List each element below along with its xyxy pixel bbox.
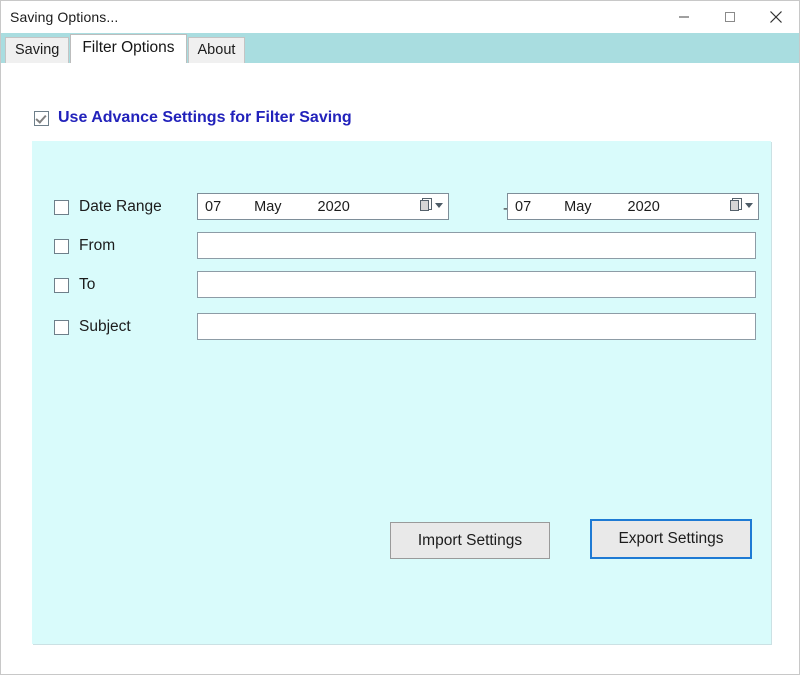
from-label: From — [79, 237, 116, 254]
maximize-button[interactable] — [707, 1, 753, 33]
filter-options-page: Use Advance Settings for Filter Saving D… — [1, 63, 799, 674]
tab-bar: Saving Filter Options About — [1, 33, 799, 63]
end-date-day: 07 — [515, 198, 532, 215]
start-date-dropdown-button[interactable] — [420, 198, 443, 212]
date-range-start-picker[interactable]: 07 May 2020 — [197, 193, 449, 220]
calendar-icon — [420, 198, 433, 212]
minimize-button[interactable] — [661, 1, 707, 33]
tab-saving[interactable]: Saving — [5, 37, 70, 63]
calendar-icon — [730, 198, 743, 212]
export-settings-button[interactable]: Export Settings — [590, 519, 752, 559]
to-input[interactable] — [197, 271, 756, 298]
end-date-dropdown-button[interactable] — [730, 198, 753, 212]
chevron-down-icon — [745, 202, 753, 208]
tab-about[interactable]: About — [187, 37, 246, 63]
window-title: Saving Options... — [10, 9, 119, 25]
from-row[interactable]: From — [54, 233, 115, 259]
minimize-icon — [679, 16, 689, 18]
to-label: To — [79, 276, 96, 293]
saving-options-window: Saving Options... Saving Filter Options … — [0, 0, 800, 675]
from-checkbox[interactable] — [54, 238, 69, 254]
date-range-checkbox[interactable] — [54, 199, 69, 215]
subject-row[interactable]: Subject — [54, 314, 131, 340]
filter-panel: Date Range 07 May 2020 - 07 May 2020 Fro… — [32, 141, 771, 644]
to-row[interactable]: To — [54, 272, 95, 298]
chevron-down-icon — [435, 202, 443, 208]
subject-input[interactable] — [197, 313, 756, 340]
date-range-row[interactable]: Date Range — [54, 194, 162, 220]
start-date-day: 07 — [205, 198, 222, 215]
window-controls — [661, 1, 799, 33]
tab-filter-options[interactable]: Filter Options — [70, 34, 187, 63]
title-bar: Saving Options... — [1, 1, 799, 33]
date-range-label: Date Range — [79, 198, 162, 215]
close-icon — [770, 11, 782, 23]
subject-label: Subject — [79, 318, 131, 335]
maximize-icon — [725, 12, 735, 22]
advance-settings-label: Use Advance Settings for Filter Saving — [58, 109, 352, 126]
end-date-month: May — [564, 198, 592, 215]
start-date-year: 2020 — [317, 198, 350, 215]
date-range-end-picker[interactable]: 07 May 2020 — [507, 193, 759, 220]
import-settings-button[interactable]: Import Settings — [390, 522, 550, 559]
advance-settings-row[interactable]: Use Advance Settings for Filter Saving — [34, 109, 352, 127]
close-button[interactable] — [753, 1, 799, 33]
from-input[interactable] — [197, 232, 756, 259]
advance-settings-checkbox[interactable] — [34, 110, 49, 126]
to-checkbox[interactable] — [54, 277, 69, 293]
end-date-year: 2020 — [627, 198, 660, 215]
subject-checkbox[interactable] — [54, 319, 69, 335]
start-date-month: May — [254, 198, 282, 215]
